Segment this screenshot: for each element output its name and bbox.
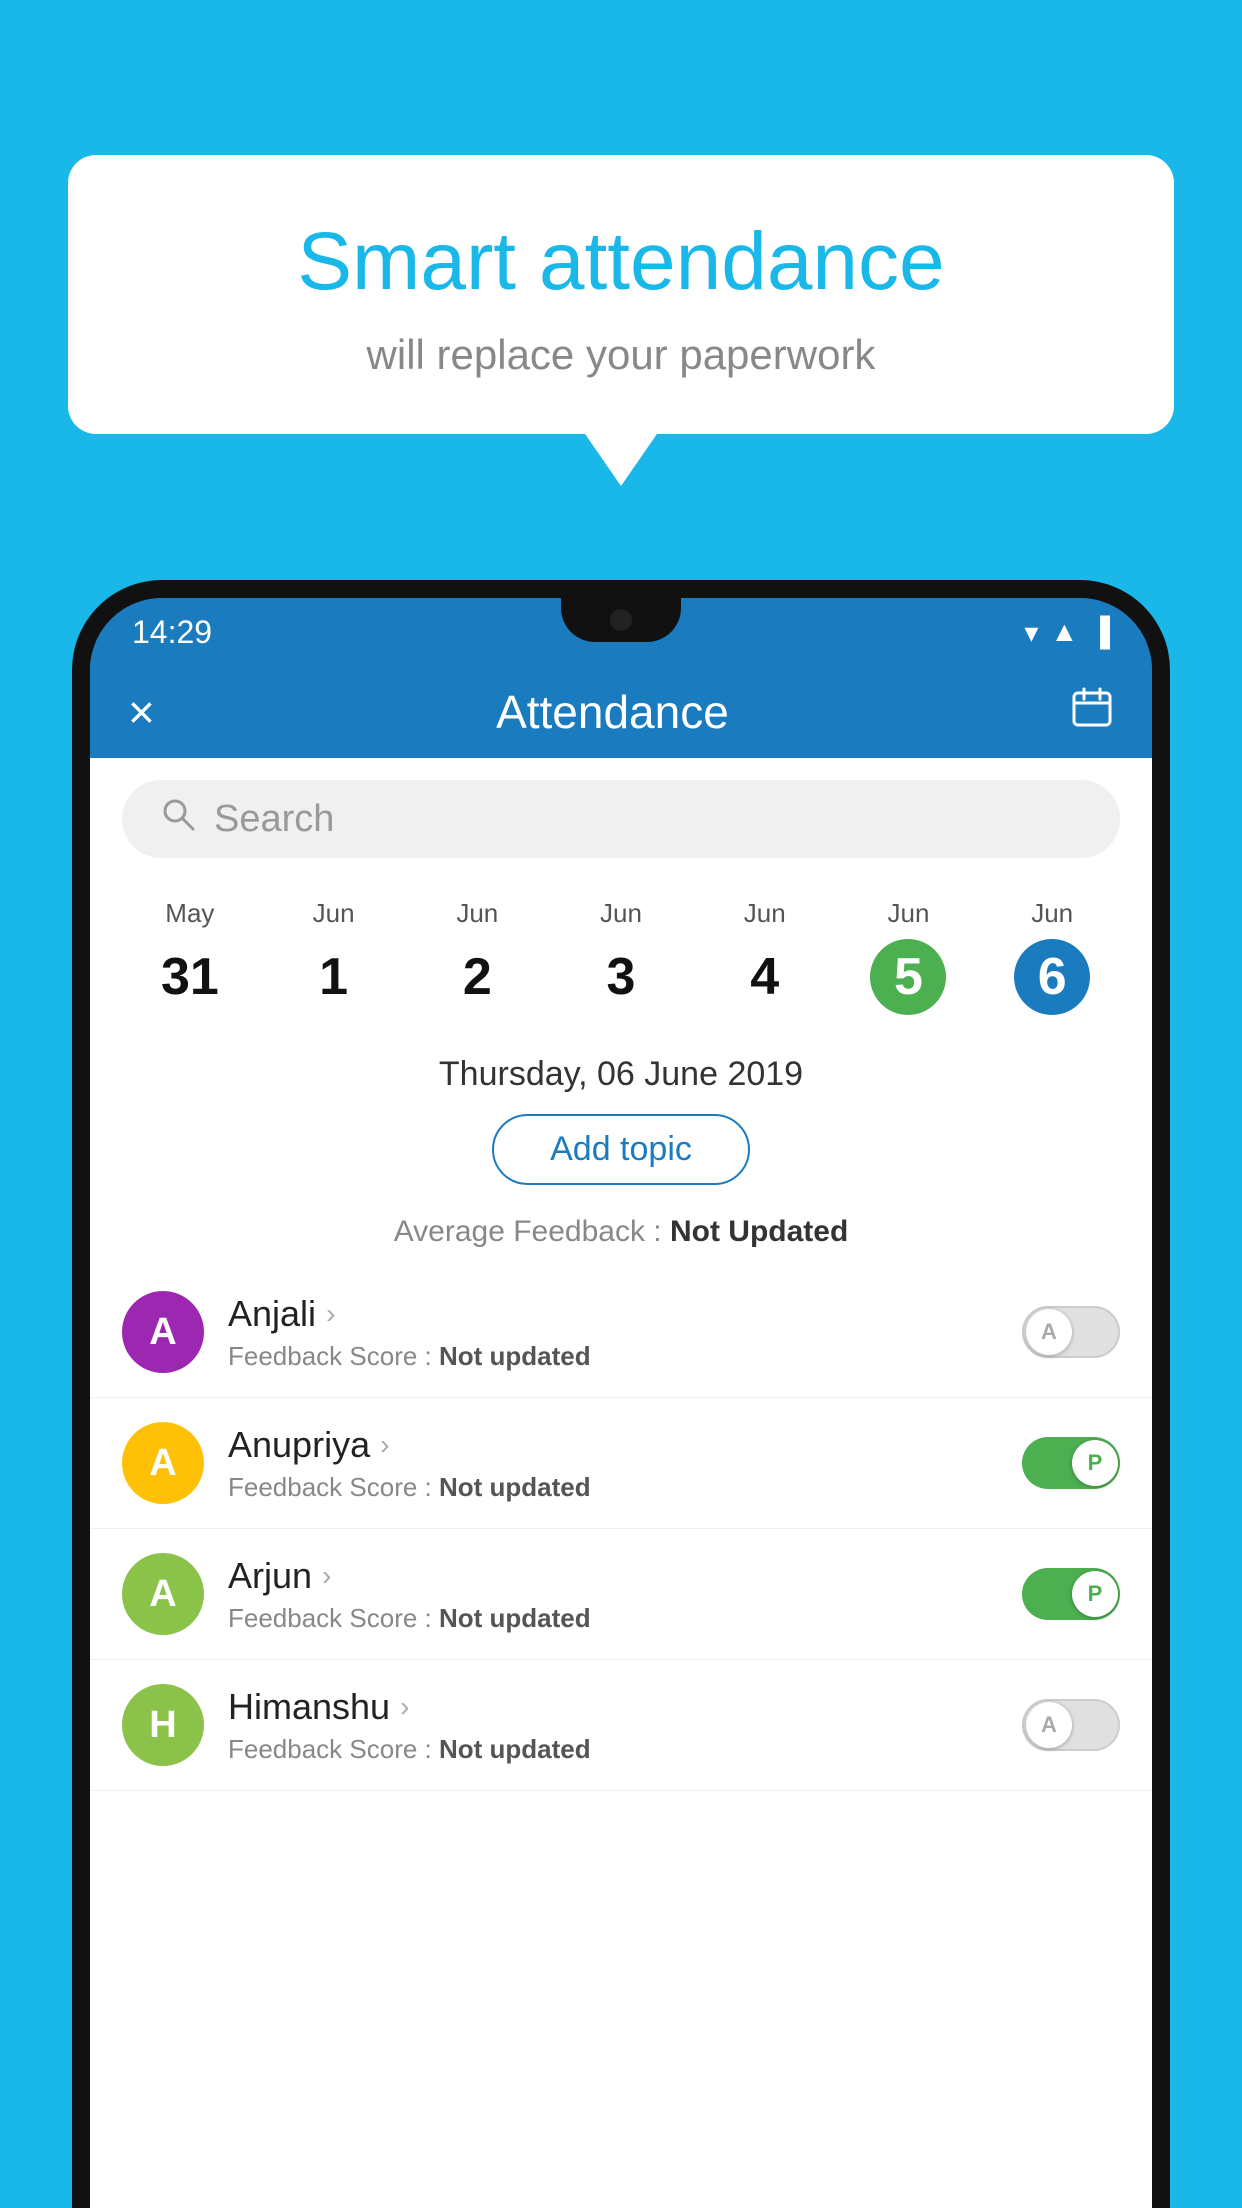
add-topic-button[interactable]: Add topic: [492, 1114, 750, 1185]
student-name: Himanshu ›: [228, 1686, 998, 1728]
calendar-row: May 31 Jun 1 Jun 2 Jun 3 Jun 4 Jun 5 Jun 6: [90, 880, 1152, 1033]
student-score: Feedback Score : Not updated: [228, 1472, 998, 1503]
student-info: Anjali › Feedback Score : Not updated: [228, 1293, 998, 1372]
date-month: May: [118, 898, 262, 929]
phone-frame: 14:29 ▾ ▲ ▐ × Attendance: [72, 580, 1170, 2208]
date-number[interactable]: 5: [870, 939, 946, 1015]
student-score: Feedback Score : Not updated: [228, 1734, 998, 1765]
date-number[interactable]: 6: [1014, 939, 1090, 1015]
feedback-label: Feedback Score :: [228, 1603, 439, 1633]
student-avatar: H: [122, 1684, 204, 1766]
toggle-knob: P: [1072, 1440, 1118, 1486]
avg-feedback: Average Feedback : Not Updated: [90, 1207, 1152, 1267]
date-month: Jun: [405, 898, 549, 929]
date-number[interactable]: 4: [727, 939, 803, 1015]
date-cell[interactable]: Jun 5: [837, 898, 981, 1015]
student-info: Anupriya › Feedback Score : Not updated: [228, 1424, 998, 1503]
chevron-right-icon: ›: [326, 1298, 335, 1330]
date-cell[interactable]: Jun 4: [693, 898, 837, 1015]
app-title: Attendance: [185, 685, 1040, 739]
chevron-right-icon: ›: [380, 1429, 389, 1461]
student-name-text: Himanshu: [228, 1686, 390, 1728]
bubble-title: Smart attendance: [118, 215, 1124, 309]
date-number[interactable]: 31: [152, 939, 228, 1015]
toggle-wrap: P: [1022, 1568, 1120, 1620]
student-score: Feedback Score : Not updated: [228, 1603, 998, 1634]
avg-feedback-label: Average Feedback :: [394, 1215, 670, 1248]
date-number[interactable]: 2: [439, 939, 515, 1015]
toggle-wrap: A: [1022, 1306, 1120, 1358]
student-list: AAnjali›Feedback Score : Not updatedAAAn…: [90, 1267, 1152, 1791]
toggle-wrap: A: [1022, 1699, 1120, 1751]
toggle-knob: P: [1072, 1571, 1118, 1617]
date-month: Jun: [980, 898, 1124, 929]
status-bar: 14:29 ▾ ▲ ▐: [90, 598, 1152, 666]
attendance-toggle[interactable]: P: [1022, 1437, 1120, 1489]
date-month: Jun: [549, 898, 693, 929]
toggle-wrap: P: [1022, 1437, 1120, 1489]
date-month: Jun: [262, 898, 406, 929]
notch: [561, 598, 681, 642]
student-info: Himanshu › Feedback Score : Not updated: [228, 1686, 998, 1765]
search-container: Search: [90, 758, 1152, 880]
date-number[interactable]: 1: [296, 939, 372, 1015]
student-name: Arjun ›: [228, 1555, 998, 1597]
student-name-text: Anjali: [228, 1293, 316, 1335]
battery-icon: ▐: [1090, 616, 1110, 648]
date-number[interactable]: 3: [583, 939, 659, 1015]
calendar-icon[interactable]: [1070, 685, 1114, 739]
student-score: Feedback Score : Not updated: [228, 1341, 998, 1372]
search-icon: [160, 796, 196, 842]
toggle-knob: A: [1026, 1702, 1072, 1748]
chevron-right-icon: ›: [400, 1691, 409, 1723]
student-item[interactable]: H Himanshu › Feedback Score : Not updated A: [90, 1660, 1152, 1791]
feedback-value: Not updated: [439, 1341, 591, 1371]
feedback-label: Feedback Score :: [228, 1472, 439, 1502]
speech-bubble-container: Smart attendance will replace your paper…: [68, 155, 1174, 434]
date-cell[interactable]: Jun 1: [262, 898, 406, 1015]
bubble-subtitle: will replace your paperwork: [118, 331, 1124, 379]
avg-feedback-value: Not Updated: [670, 1215, 848, 1248]
toggle-knob: A: [1026, 1309, 1072, 1355]
feedback-label: Feedback Score :: [228, 1734, 439, 1764]
date-cell[interactable]: Jun 6: [980, 898, 1124, 1015]
speech-bubble: Smart attendance will replace your paper…: [68, 155, 1174, 434]
feedback-label: Feedback Score :: [228, 1341, 439, 1371]
attendance-toggle[interactable]: P: [1022, 1568, 1120, 1620]
attendance-toggle[interactable]: A: [1022, 1699, 1120, 1751]
student-item[interactable]: A Arjun › Feedback Score : Not updated P: [90, 1529, 1152, 1660]
date-month: Jun: [837, 898, 981, 929]
phone-inner: 14:29 ▾ ▲ ▐ × Attendance: [90, 598, 1152, 2208]
date-cell[interactable]: May 31: [118, 898, 262, 1015]
status-icons: ▾ ▲ ▐: [1024, 616, 1110, 649]
status-time: 14:29: [132, 614, 212, 651]
date-cell[interactable]: Jun 2: [405, 898, 549, 1015]
student-item[interactable]: A Anjali › Feedback Score : Not updated A: [90, 1267, 1152, 1398]
student-avatar: A: [122, 1422, 204, 1504]
app-header: × Attendance: [90, 666, 1152, 758]
wifi-icon: ▾: [1024, 616, 1038, 649]
student-name: Anupriya ›: [228, 1424, 998, 1466]
feedback-value: Not updated: [439, 1472, 591, 1502]
search-placeholder: Search: [214, 798, 334, 841]
student-name: Anjali ›: [228, 1293, 998, 1335]
search-bar[interactable]: Search: [122, 780, 1120, 858]
student-info: Arjun › Feedback Score : Not updated: [228, 1555, 998, 1634]
attendance-toggle[interactable]: A: [1022, 1306, 1120, 1358]
student-name-text: Anupriya: [228, 1424, 370, 1466]
student-avatar: A: [122, 1553, 204, 1635]
feedback-value: Not updated: [439, 1603, 591, 1633]
selected-date: Thursday, 06 June 2019: [90, 1033, 1152, 1106]
student-avatar: A: [122, 1291, 204, 1373]
app-content: Search May 31 Jun 1 Jun 2 Jun 3 Jun 4 Jun 5 Jun 6 Thu…: [90, 758, 1152, 2208]
chevron-right-icon: ›: [322, 1560, 331, 1592]
signal-icon: ▲: [1050, 616, 1078, 648]
student-name-text: Arjun: [228, 1555, 312, 1597]
feedback-value: Not updated: [439, 1734, 591, 1764]
date-cell[interactable]: Jun 3: [549, 898, 693, 1015]
close-button[interactable]: ×: [128, 685, 155, 739]
notch-camera: [610, 609, 632, 631]
student-item[interactable]: A Anupriya › Feedback Score : Not updated P: [90, 1398, 1152, 1529]
date-month: Jun: [693, 898, 837, 929]
